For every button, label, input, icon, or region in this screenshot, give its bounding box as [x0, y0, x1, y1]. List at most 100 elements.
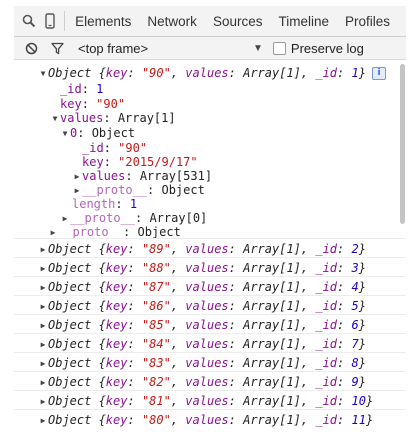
chevron-down-icon[interactable]: ▼: [253, 43, 263, 54]
row-key-value: "88": [141, 261, 171, 275]
row-values-type: Array[1]: [243, 413, 301, 427]
property-row: _id: 1: [60, 82, 104, 96]
object-prefix: Object {: [48, 280, 106, 294]
console-object-row[interactable]: ▶ Object {key: "84", values: Array[1], _i…: [38, 336, 366, 352]
frame-selector[interactable]: <top frame>: [78, 41, 253, 56]
collapse-triangle-icon[interactable]: ▶: [38, 394, 48, 410]
object-prefix: Object {: [48, 299, 106, 313]
object-prefix: Object {: [48, 394, 106, 408]
object-prefix: Object {: [48, 375, 106, 389]
row-id-value: 8: [351, 356, 359, 370]
info-icon[interactable]: i: [372, 67, 386, 80]
row-divider: [14, 276, 406, 277]
tab-profiles[interactable]: Profiles: [345, 14, 390, 29]
mobile-device-icon[interactable]: [44, 12, 56, 30]
console-toolbar: <top frame> ▼ Preserve log: [14, 37, 406, 60]
row-values-type: Array[1]: [243, 242, 301, 256]
object-summary[interactable]: ▼ Object {key: "90", values: Array[1], _i…: [38, 65, 366, 81]
tab-network[interactable]: Network: [147, 14, 197, 29]
row-values-type: Array[1]: [243, 280, 301, 294]
object-prefix: Object {: [48, 66, 106, 80]
preserve-log-label[interactable]: Preserve log: [291, 41, 364, 56]
collapse-triangle-icon[interactable]: ▶: [38, 337, 48, 353]
filter-icon[interactable]: [48, 39, 66, 57]
tab-elements[interactable]: Elements: [75, 14, 131, 29]
object-prefix: Object {: [48, 318, 106, 332]
console-output: ▼ Object {key: "90", values: Array[1], _i…: [14, 60, 406, 434]
row-divider: [14, 409, 406, 410]
row-values-type: Array[1]: [243, 261, 301, 275]
devtools-window: Elements Network Sources Timeline Profil…: [0, 0, 419, 440]
collapse-triangle-icon[interactable]: ▶: [38, 318, 48, 334]
row-divider: [14, 257, 406, 258]
console-object-row[interactable]: ▶ Object {key: "88", values: Array[1], _i…: [38, 260, 366, 276]
object-prefix: Object {: [48, 261, 106, 275]
preserve-log-checkbox[interactable]: [272, 41, 286, 55]
collapse-triangle-icon[interactable]: ▶: [38, 413, 48, 429]
row-id-value: 5: [351, 299, 359, 313]
summary-key-value: "90": [141, 66, 171, 80]
console-object-row[interactable]: ▶ Object {key: "81", values: Array[1], _i…: [38, 393, 374, 410]
toolbar-divider: [64, 11, 66, 31]
summary-values-type: Array[1]: [243, 66, 301, 80]
expand-triangle-icon[interactable]: ▼: [60, 126, 70, 142]
summary-id-value: 1: [351, 66, 359, 80]
clear-console-icon[interactable]: [22, 39, 40, 57]
row-id-value: 11: [351, 413, 366, 427]
row-key-value: "80": [141, 413, 171, 427]
row-key-value: "87": [141, 280, 171, 294]
row-key-value: "86": [141, 299, 171, 313]
values-row[interactable]: ▼ values: Array[1]: [50, 110, 176, 126]
row-divider: [14, 295, 406, 296]
collapse-triangle-icon[interactable]: ▶: [38, 356, 48, 372]
row-values-type: Array[1]: [243, 299, 301, 313]
row-key-value: "85": [141, 318, 171, 332]
console-object-row[interactable]: ▶ Object {key: "86", values: Array[1], _i…: [38, 298, 366, 314]
tab-timeline[interactable]: Timeline: [278, 14, 329, 29]
row-values-type: Array[1]: [243, 356, 301, 370]
row-values-type: Array[1]: [243, 318, 301, 332]
row-values-type: Array[1]: [243, 394, 301, 408]
row-key-value: "81": [141, 394, 171, 408]
collapse-triangle-icon[interactable]: ▶: [38, 261, 48, 277]
row-divider: [14, 314, 406, 315]
console-object-row[interactable]: ▶ Object {key: "85", values: Array[1], _i…: [38, 317, 366, 333]
row-divider: [14, 238, 406, 239]
expand-triangle-icon[interactable]: ▼: [50, 111, 60, 127]
object-prefix: Object {: [48, 337, 106, 351]
console-object-row[interactable]: ▶ Object {key: "87", values: Array[1], _i…: [38, 279, 366, 295]
row-values-type: Array[1]: [243, 337, 301, 351]
row-id-value: 2: [351, 242, 359, 256]
tab-sources[interactable]: Sources: [213, 14, 263, 29]
row-divider: [14, 390, 406, 391]
row-key-value: "83": [141, 356, 171, 370]
row-id-value: 4: [351, 280, 359, 294]
scrollbar[interactable]: [399, 60, 406, 434]
row-id-value: 7: [351, 337, 359, 351]
row-id-value: 9: [351, 375, 359, 389]
collapse-triangle-icon[interactable]: ▶: [38, 375, 48, 391]
console-object-row[interactable]: ▶ Object {key: "83", values: Array[1], _i…: [38, 355, 366, 371]
console-object-row[interactable]: ▶ Object {key: "82", values: Array[1], _i…: [38, 374, 366, 390]
row-divider: [14, 352, 406, 353]
search-icon[interactable]: [22, 12, 36, 30]
row-key-value: "84": [141, 337, 171, 351]
row-key-value: "89": [141, 242, 171, 256]
console-object-row[interactable]: ▶ Object {key: "80", values: Array[1], _i…: [38, 412, 374, 429]
row-divider: [14, 333, 406, 334]
collapse-triangle-icon[interactable]: ▶: [38, 280, 48, 296]
row-id-value: 6: [351, 318, 359, 332]
row-id-value: 3: [351, 261, 359, 275]
expand-triangle-icon[interactable]: ▼: [38, 66, 48, 82]
object-prefix: Object {: [48, 242, 106, 256]
object-prefix: Object {: [48, 413, 106, 427]
devtools-tab-bar: Elements Network Sources Timeline Profil…: [14, 6, 406, 37]
collapse-triangle-icon[interactable]: ▶: [38, 242, 48, 258]
row-key-value: "82": [141, 375, 171, 389]
object-prefix: Object {: [48, 356, 106, 370]
array-item-row[interactable]: ▼ 0: Object: [60, 125, 135, 141]
console-object-row[interactable]: ▶ Object {key: "89", values: Array[1], _i…: [38, 241, 366, 257]
collapse-triangle-icon[interactable]: ▶: [38, 299, 48, 315]
row-id-value: 10: [351, 394, 366, 408]
row-values-type: Array[1]: [243, 375, 301, 389]
